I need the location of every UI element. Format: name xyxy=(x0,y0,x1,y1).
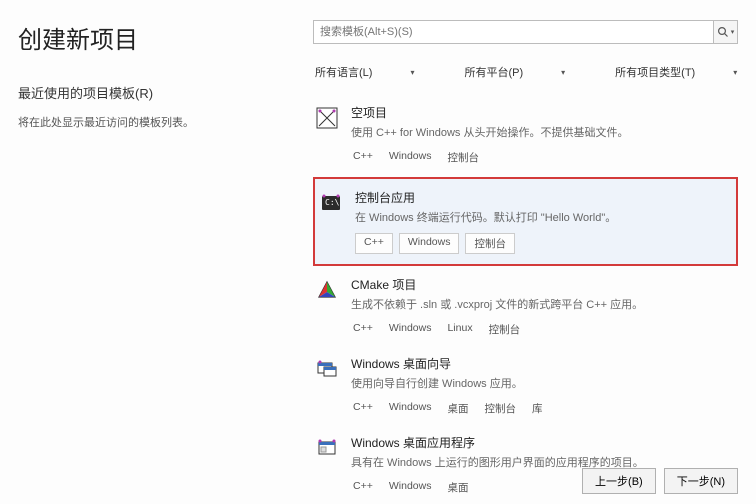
filter-platform[interactable]: 所有平台(P) ▾ xyxy=(464,64,565,80)
desktop-app-icon xyxy=(315,436,339,460)
template-desktop-wizard[interactable]: Windows 桌面向导 使用向导自行创建 Windows 应用。 C++ Wi… xyxy=(313,347,738,426)
filter-type[interactable]: 所有项目类型(T) ▾ xyxy=(615,64,737,80)
cmake-icon xyxy=(315,278,339,302)
template-tag: Windows xyxy=(387,399,440,418)
filter-language-label: 所有语言(L) xyxy=(315,64,372,80)
template-desc: 生成不依赖于 .sln 或 .vcxproj 文件的新式跨平台 C++ 应用。 xyxy=(351,296,732,312)
template-console-app[interactable]: C:\ 控制台应用 在 Windows 终端运行代码。默认打印 "Hello W… xyxy=(313,177,738,266)
filter-type-label: 所有项目类型(T) xyxy=(615,64,695,80)
template-title: 控制台应用 xyxy=(355,189,730,206)
search-icon xyxy=(717,26,729,38)
template-desc: 在 Windows 终端运行代码。默认打印 "Hello World"。 xyxy=(355,209,730,225)
template-desc: 使用向导自行创建 Windows 应用。 xyxy=(351,375,732,391)
template-title: CMake 项目 xyxy=(351,276,732,293)
desktop-wizard-icon xyxy=(315,357,339,381)
dropdown-caret-icon: ▾ xyxy=(731,28,735,36)
page-title: 创建新项目 xyxy=(18,20,313,55)
template-tag: Windows xyxy=(387,148,440,167)
template-tag: 控制台 xyxy=(465,233,515,254)
filter-platform-label: 所有平台(P) xyxy=(464,64,523,80)
template-list: 空项目 使用 C++ for Windows 从头开始操作。不提供基础文件。 C… xyxy=(313,96,738,504)
template-empty-project[interactable]: 空项目 使用 C++ for Windows 从头开始操作。不提供基础文件。 C… xyxy=(313,96,738,175)
template-tag: Linux xyxy=(445,320,480,339)
template-tag: 控制台 xyxy=(445,148,487,167)
search-input[interactable] xyxy=(313,20,714,44)
template-desc: 使用 C++ for Windows 从头开始操作。不提供基础文件。 xyxy=(351,124,732,140)
empty-project-icon xyxy=(315,106,339,130)
template-tag: Windows xyxy=(399,233,460,254)
chevron-down-icon: ▾ xyxy=(410,68,414,77)
template-tag: Windows xyxy=(387,320,440,339)
chevron-down-icon: ▾ xyxy=(561,68,565,77)
chevron-down-icon: ▾ xyxy=(733,68,737,77)
template-tag: 桌面 xyxy=(445,478,476,497)
template-title: Windows 桌面向导 xyxy=(351,355,732,372)
template-tag: C++ xyxy=(351,320,381,339)
template-tag: 库 xyxy=(530,399,551,418)
template-tag: 控制台 xyxy=(482,399,524,418)
template-tag: Windows xyxy=(387,478,440,497)
template-tag: 控制台 xyxy=(487,320,529,339)
template-title: Windows 桌面应用程序 xyxy=(351,434,732,451)
console-app-icon: C:\ xyxy=(319,191,343,215)
recent-templates-hint: 将在此处显示最近访问的模板列表。 xyxy=(18,114,313,130)
template-tag: C++ xyxy=(351,478,381,497)
search-button[interactable]: ▾ xyxy=(714,20,738,44)
template-tag: C++ xyxy=(351,399,381,418)
filter-language[interactable]: 所有语言(L) ▾ xyxy=(315,64,414,80)
next-button[interactable]: 下一步(N) xyxy=(664,468,738,494)
recent-templates-label: 最近使用的项目模板(R) xyxy=(18,83,313,102)
template-tag: 桌面 xyxy=(445,399,476,418)
template-cmake[interactable]: CMake 项目 生成不依赖于 .sln 或 .vcxproj 文件的新式跨平台… xyxy=(313,268,738,347)
template-title: 空项目 xyxy=(351,104,732,121)
svg-text:C:\: C:\ xyxy=(325,198,340,207)
template-tag: C++ xyxy=(355,233,393,254)
back-button[interactable]: 上一步(B) xyxy=(582,468,656,494)
template-tag: C++ xyxy=(351,148,381,167)
